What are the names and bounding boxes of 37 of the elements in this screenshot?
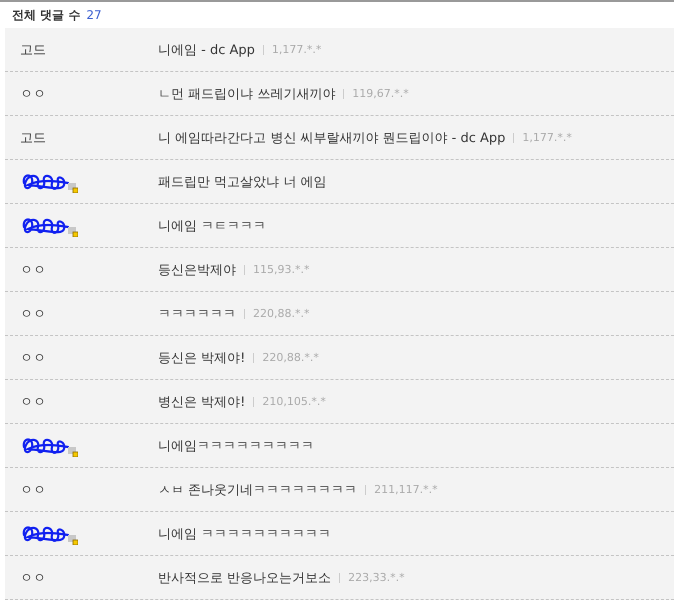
ip-address: 119,67.*.* (352, 87, 409, 100)
comment-text: 니에임 ㅋㅋㅋㅋㅋㅋㅋㅋㅋㅋ (158, 526, 332, 542)
comment-text: 패드립만 먹고살았냐 너 에임 (158, 174, 326, 190)
comment-text: ㅋㅋㅋㅋㅋㅋ (158, 306, 236, 322)
comment-text: 등신은 박제야! (158, 350, 246, 366)
comment-text: 니에임 - dc App (158, 42, 255, 58)
comment-text: 니 에임따라간다고 병신 씨부랄새끼야 뭔드립이야 - dc App (158, 130, 506, 146)
comment-count-label: 전체 댓글 수 (12, 6, 80, 24)
ip-address: 220,88.*.* (253, 307, 310, 320)
ip-address: 210,105.*.* (262, 395, 326, 408)
author-name[interactable]: ㅇㅇ (20, 568, 46, 586)
author-name[interactable]: ㅇㅇ (20, 84, 46, 102)
comment-text: 니에임 ㅋㅌㅋㅋㅋ (158, 218, 266, 234)
author-name[interactable]: ㅇㅇ (20, 260, 46, 278)
author-name[interactable]: ㅇㅇ (20, 304, 46, 322)
comment-count: 27 (86, 8, 102, 22)
comment-text: 병신은 박제야! (158, 394, 246, 410)
ip-address: 211,117.*.* (374, 483, 438, 496)
author-name[interactable]: ㅇㅇ (20, 348, 46, 366)
author-name[interactable]: ㅇㅇ (20, 480, 46, 498)
author-name[interactable]: 고드 (20, 128, 46, 146)
user-badge-icon[interactable] (68, 446, 78, 456)
comment-text: 반사적으로 반응나오는거보소 (158, 570, 332, 586)
ip-address: 223,33.*.* (348, 571, 405, 584)
user-badge-icon[interactable] (68, 534, 78, 544)
comment-text: 니에임ㅋㅋㅋㅋㅋㅋㅋㅋㅋ (158, 438, 314, 454)
comment-text: ㅅㅂ 존나웃기네ㅋㅋㅋㅋㅋㅋㅋㅋ (158, 482, 358, 498)
ip-address: 115,93.*.* (253, 263, 310, 276)
user-badge-icon[interactable] (68, 182, 78, 192)
user-badge-icon[interactable] (68, 226, 78, 236)
author-name[interactable]: ㅇㅇ (20, 392, 46, 410)
ip-address: 220,88.*.* (262, 351, 319, 364)
author-name[interactable]: 고드 (20, 40, 46, 58)
ip-address: 1,177.*.* (522, 131, 572, 144)
comment-text: 등신은박제야 (158, 262, 236, 278)
ip-address: 1,177.*.* (272, 43, 322, 56)
comment-text: ㄴ먼 패드립이냐 쓰레기새끼야 (158, 86, 336, 102)
